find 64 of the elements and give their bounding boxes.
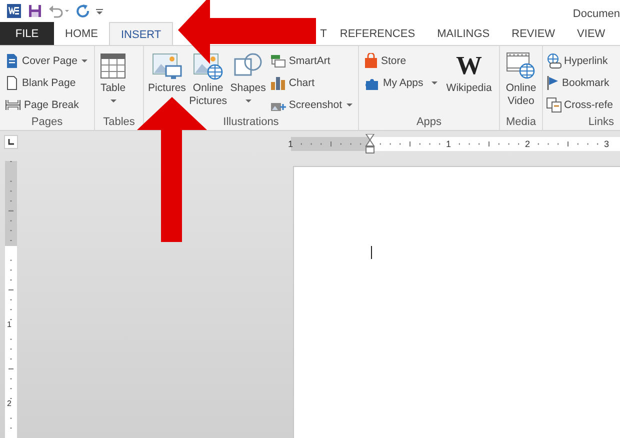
undo-button[interactable] [48, 4, 70, 18]
film-globe-icon [506, 51, 536, 81]
window-title: Documen [572, 8, 620, 22]
image-monitor-icon [152, 51, 182, 81]
group-label: Tables [102, 116, 136, 128]
ribbon-command[interactable]: Cross-refe [546, 94, 614, 115]
save-button[interactable] [28, 4, 42, 18]
ribbon-tab[interactable]: MAILINGS [426, 22, 501, 45]
ribbon-command[interactable]: W Wikipedia [444, 50, 494, 95]
ribbon-command[interactable]: Cover Page [3, 50, 90, 71]
undo-icon [48, 4, 70, 18]
ribbon-tab[interactable]: VIEW [566, 22, 616, 45]
ribbon-command[interactable]: Bookmark [546, 72, 614, 93]
ruler-number: 2 [7, 400, 12, 408]
ribbon-command[interactable]: Hyperlink [546, 50, 614, 71]
globe-link-icon [546, 52, 562, 68]
flag-icon [546, 74, 560, 90]
ribbon-tab[interactable]: REFERENCES [328, 22, 426, 45]
ribbon-command[interactable]: Shapes [229, 50, 267, 103]
floppy-icon [28, 4, 42, 18]
ribbon-command[interactable]: SmartArt [268, 50, 355, 71]
file-tab[interactable]: FILE [0, 22, 54, 45]
ribbon-command[interactable]: Store [362, 50, 440, 71]
bar-chart-icon [270, 76, 286, 90]
group-label: Illustrations [222, 116, 280, 128]
group-label: Links [587, 116, 615, 128]
wikipedia-logo: W [456, 52, 482, 80]
cover-page-icon [5, 52, 19, 68]
group-label: Media [505, 116, 537, 128]
table-icon [100, 53, 126, 79]
ribbon-command[interactable]: Chart [268, 72, 355, 93]
ruler-number: 1 [446, 139, 452, 149]
indent-marker[interactable] [365, 134, 375, 154]
ribbon-tab[interactable]: INSERT [109, 22, 174, 45]
ribbon-command[interactable]: My Apps [362, 72, 440, 93]
shopping-bag-icon [364, 52, 378, 68]
ribbon-command[interactable]: Page Break [3, 94, 90, 115]
text-cursor [371, 246, 372, 259]
ribbon-tab[interactable]: T [318, 22, 329, 45]
customize-button[interactable] [96, 8, 103, 14]
ribbon-command[interactable]: Online Video [503, 50, 539, 108]
group-label: Apps [415, 116, 443, 128]
smartart-icon [270, 54, 286, 68]
ruler-number: 1 [7, 321, 12, 329]
tab-stop-icon [7, 138, 15, 146]
tab-selector-button[interactable] [4, 135, 18, 149]
group-label: Pages [30, 116, 64, 128]
ribbon-command[interactable]: Pictures [147, 50, 187, 95]
redo-icon [76, 4, 90, 18]
ribbon-command[interactable]: Screenshot [268, 94, 355, 115]
redo-button[interactable] [76, 4, 90, 18]
ruler-number: 2 [525, 139, 530, 149]
ribbon-tab[interactable]: REVIEW [500, 22, 566, 45]
cross-reference-icon [546, 96, 562, 112]
document-icon [6, 3, 22, 19]
app-icon[interactable] [6, 3, 22, 19]
blank-page-icon [5, 74, 19, 90]
image-globe-icon [193, 51, 224, 81]
caret-icon [96, 8, 103, 14]
ruler-number: 3 [604, 139, 610, 149]
ribbon-command[interactable]: Table [98, 50, 128, 103]
ribbon-tab[interactable]: HOME [54, 22, 109, 45]
ruler-number: 1 [288, 139, 294, 149]
ribbon-command[interactable]: Blank Page [3, 72, 90, 93]
